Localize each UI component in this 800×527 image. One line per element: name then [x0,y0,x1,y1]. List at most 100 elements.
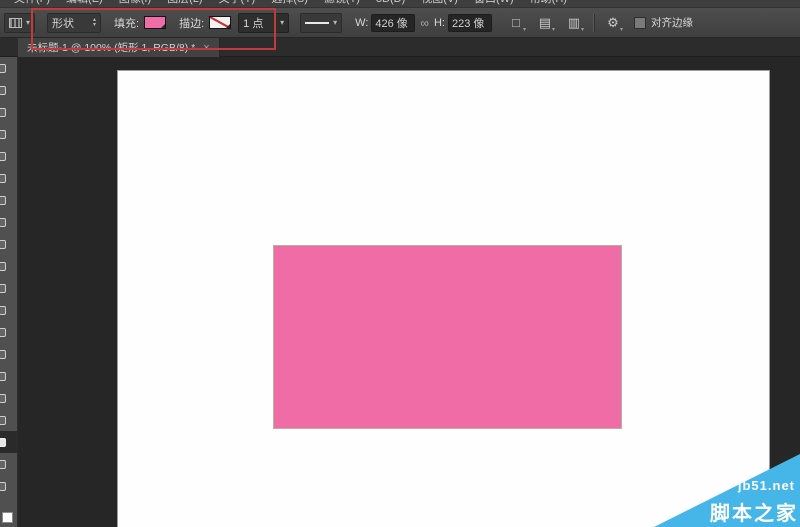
path-arrangement-icon: ▥ [568,15,580,31]
rectangle-shape[interactable] [273,245,622,429]
shape-height-input[interactable]: 223 像 [448,14,492,32]
tool-pen[interactable] [0,365,18,387]
path-alignment-icon: ▤ [539,15,551,31]
chevron-down-icon: ▾ [333,18,337,27]
separator [593,14,594,32]
chevron-down-icon: ▾ [581,26,584,33]
tool-gradient[interactable] [0,299,18,321]
move-tool-icon [0,64,6,73]
healing-brush-tool-icon [0,196,6,205]
tool-rectangle[interactable] [0,431,18,453]
close-icon[interactable]: × [203,42,209,54]
path-selection-tool-icon [0,416,6,425]
gear-icon: ⚙ [607,15,619,31]
document-tab[interactable]: 未标题-1 @ 100% (矩形 1, RGB/8) * × [18,38,220,57]
menu-bar: 文件(F) 编辑(E) 图像(I) 图层(L) 文字(Y) 选择(S) 滤镜(T) 3D(D)… [0,0,800,8]
shape-height-value: 223 像 [452,15,484,31]
menu-item-文字(Y)[interactable]: 文字(Y) [219,0,256,6]
menu-item-图层(L)[interactable]: 图层(L) [167,0,202,6]
dodge-tool-icon [0,350,6,359]
tab-bar: 未标题-1 @ 100% (矩形 1, RGB/8) * × [0,38,800,57]
clone-stamp-tool-icon [0,240,6,249]
tool-move[interactable] [0,57,18,79]
tool-path-selection[interactable] [0,409,18,431]
tool-eraser[interactable] [0,277,18,299]
quick-selection-tool-icon [0,130,6,139]
updown-arrows-icon: ▴▾ [93,18,96,28]
brush-tool-icon [0,218,6,227]
chevron-down-icon: ▾ [523,26,526,33]
tool-zoom[interactable] [0,475,18,497]
tool-eyedropper[interactable] [0,167,18,189]
stroke-width-field[interactable]: 1 点 ▾ [238,13,289,33]
chevron-down-icon: ▾ [620,26,623,33]
eyedropper-tool-icon [0,174,6,183]
menu-item-文件(F)[interactable]: 文件(F) [14,0,50,6]
rectangle-tool-icon [0,438,6,447]
type-tool-icon [0,394,6,403]
stroke-color-swatch[interactable] [209,16,231,29]
shape-options-button[interactable]: ⚙ ▾ [603,13,623,33]
tool-lasso[interactable] [0,101,18,123]
watermark-site-text: jb51.net [738,478,795,493]
tool-blur[interactable] [0,321,18,343]
eraser-tool-icon [0,284,6,293]
menu-item-窗口(W)[interactable]: 窗口(W) [474,0,514,6]
tool-crop[interactable] [0,145,18,167]
rectangular-marquee-tool-icon [0,86,6,95]
tool-quick-selection[interactable] [0,123,18,145]
menu-item-编辑(E)[interactable]: 编辑(E) [66,0,103,6]
swatch-corner-icon [161,24,165,28]
tool-dodge[interactable] [0,343,18,365]
chevron-down-icon: ▾ [26,18,30,27]
tools-panel [0,57,18,527]
fill-label: 填充: [114,15,139,31]
menu-item-选择(S)[interactable]: 选择(S) [271,0,308,6]
hand-tool-icon [0,460,6,469]
tool-history-brush[interactable] [0,255,18,277]
photoshop-window: 文件(F) 编辑(E) 图像(I) 图层(L) 文字(Y) 选择(S) 滤镜(T) 3D(D)… [0,0,800,527]
watermark: jb51.net 脚本之家 [654,454,800,527]
tool-brush[interactable] [0,211,18,233]
stroke-style-select[interactable]: ▾ [300,13,342,33]
align-edges-checkbox[interactable] [634,17,646,29]
tool-hand[interactable] [0,453,18,475]
pen-tool-icon [0,372,6,381]
tool-rectangular-marquee[interactable] [0,79,18,101]
menu-item-视图(V)[interactable]: 视图(V) [421,0,458,6]
menu-item-图像(I)[interactable]: 图像(I) [119,0,151,6]
tool-healing-brush[interactable] [0,189,18,211]
crop-tool-icon [0,152,6,161]
tool-clone-stamp[interactable] [0,233,18,255]
path-alignment-button[interactable]: ▤ ▾ [535,13,555,33]
swatch-corner-icon [226,24,230,28]
link-dimensions-icon[interactable]: ∞ [420,16,429,30]
history-brush-tool-icon [0,262,6,271]
tool-preset-button[interactable]: ▾ [4,13,35,33]
options-bar: ▾ 形状 ▴▾ 填充: 描边: 1 点 ▾ ▾ W: 426 像 ∞ H: 2 [0,8,800,38]
toolbar-tools [0,57,17,497]
width-label: W: [355,17,368,29]
gradient-tool-icon [0,306,6,315]
path-operations-button[interactable]: □ ▾ [506,13,526,33]
menu-item-帮助(H)[interactable]: 帮助(H) [530,0,567,6]
chevron-down-icon: ▾ [280,18,284,27]
zoom-tool-icon [0,482,6,491]
tool-type[interactable] [0,387,18,409]
fill-color-swatch[interactable] [144,16,166,29]
lasso-tool-icon [0,108,6,117]
menu-item-滤镜(T)[interactable]: 滤镜(T) [324,0,360,6]
path-arrangement-button[interactable]: ▥ ▾ [564,13,584,33]
document-tab-title: 未标题-1 @ 100% (矩形 1, RGB/8) * [27,40,195,55]
foreground-color-swatch[interactable] [2,512,13,523]
solid-line-icon [305,22,329,24]
menu-item-3D(D)[interactable]: 3D(D) [376,0,405,6]
tool-mode-select[interactable]: 形状 ▴▾ [47,13,101,33]
stroke-width-value: 1 点 [243,15,263,31]
tool-mode-value: 形状 [52,15,74,31]
tool-preset-icon [9,18,22,28]
path-operations-icon: □ [512,15,520,30]
blur-tool-icon [0,328,6,337]
shape-width-input[interactable]: 426 像 [371,14,415,32]
align-edges-label: 对齐边缘 [651,15,693,30]
